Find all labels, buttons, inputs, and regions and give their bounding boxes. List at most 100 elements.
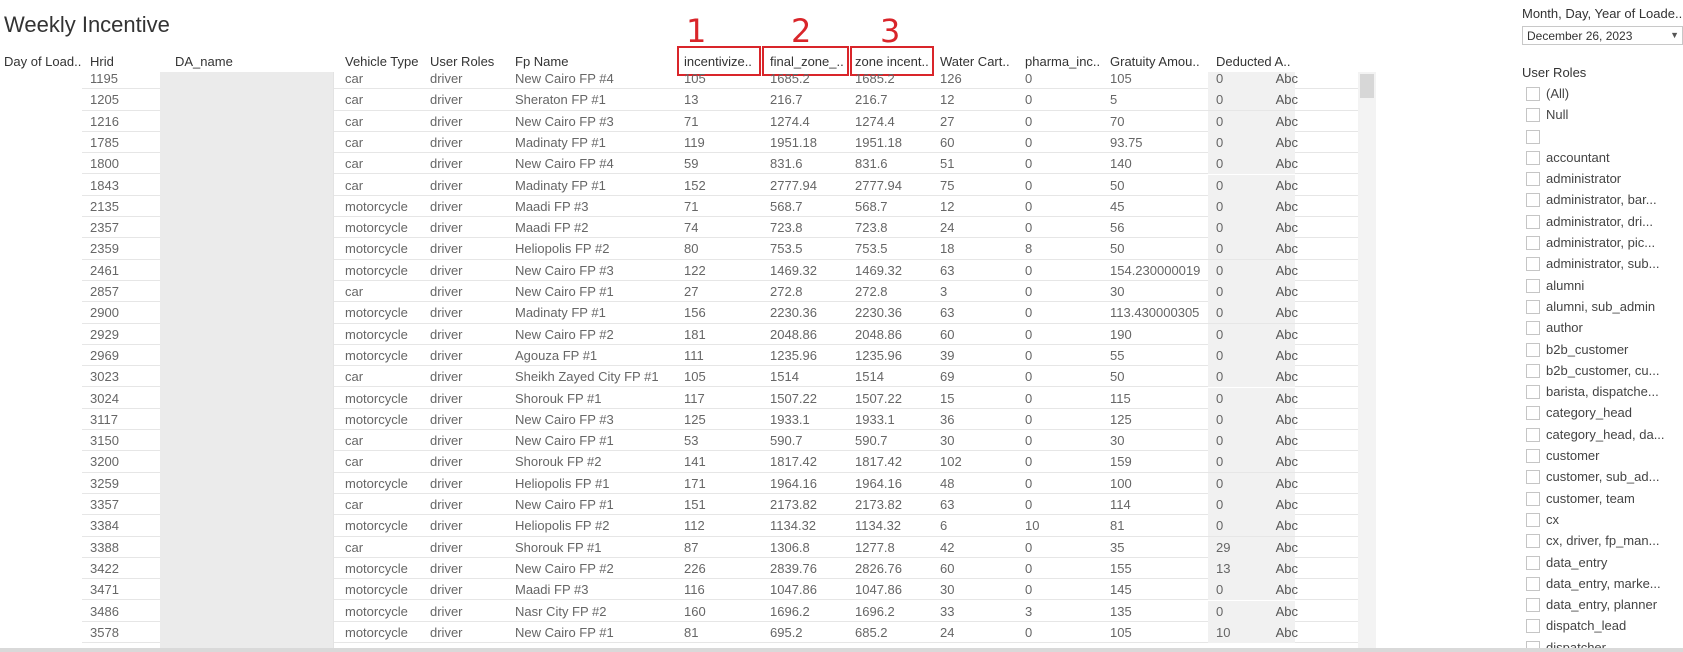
annotation-number-1: 1: [686, 12, 707, 50]
cell-incentivize: 87: [684, 539, 699, 555]
role-option[interactable]: customer, sub_ad...: [1522, 467, 1683, 488]
cell-user-role: driver: [430, 390, 463, 406]
role-checkbox[interactable]: [1526, 534, 1540, 549]
cell-deducted-amount: 0: [1216, 497, 1224, 512]
cell-vehicle-type: car: [345, 433, 364, 449]
cell-gratuity-amount: 190: [1110, 326, 1132, 342]
horizontal-scrollbar[interactable]: [0, 648, 1683, 652]
role-checkbox[interactable]: [1526, 321, 1540, 336]
role-checkbox[interactable]: [1526, 576, 1540, 591]
cell-user-role: driver: [430, 518, 463, 534]
cell-user-role: driver: [430, 284, 463, 299]
col-gratuity-amount[interactable]: Gratuity Amou..: [1110, 54, 1210, 69]
cell-water-cart: 24: [940, 220, 955, 236]
role-checkbox[interactable]: [1526, 427, 1540, 442]
col-vehicle-type[interactable]: Vehicle Type: [345, 54, 425, 69]
role-option[interactable]: alumni, sub_admin: [1522, 297, 1683, 318]
cell-pharma-inc: 0: [1025, 198, 1033, 214]
role-option[interactable]: author: [1522, 318, 1683, 339]
role-option[interactable]: b2b_customer: [1522, 340, 1683, 361]
col-day-of-load[interactable]: Day of Load..: [4, 54, 82, 69]
role-checkbox[interactable]: [1526, 129, 1540, 144]
role-checkbox[interactable]: [1526, 257, 1540, 272]
chevron-down-icon[interactable]: ▼: [1670, 30, 1679, 40]
col-deducted-amount[interactable]: Deducted A..: [1216, 54, 1296, 69]
role-option[interactable]: administrator, bar...: [1522, 190, 1683, 211]
role-option[interactable]: administrator: [1522, 169, 1683, 190]
role-checkbox[interactable]: [1526, 363, 1540, 378]
cell-vehicle-type: motorcycle: [345, 326, 408, 342]
role-checkbox[interactable]: [1526, 214, 1540, 229]
cell-fp-name: Shorouk FP #1: [515, 390, 602, 406]
cell-hrid: 2929: [90, 326, 119, 342]
role-checkbox[interactable]: [1526, 236, 1540, 251]
cell-final-zone: 695.2: [770, 624, 803, 640]
role-checkbox[interactable]: [1526, 299, 1540, 314]
role-option[interactable]: Null: [1522, 105, 1683, 126]
role-checkbox[interactable]: [1526, 108, 1540, 123]
date-filter-dropdown[interactable]: December 26, 2023 ▼: [1522, 26, 1683, 45]
cell-final-zone: 1047.86: [770, 582, 817, 598]
role-option-label: customer, sub_ad...: [1546, 469, 1660, 485]
role-checkbox[interactable]: [1526, 172, 1540, 187]
role-checkbox[interactable]: [1526, 470, 1540, 485]
role-checkbox[interactable]: [1526, 619, 1540, 634]
role-checkbox[interactable]: [1526, 385, 1540, 400]
role-option[interactable]: cx: [1522, 510, 1683, 531]
role-option[interactable]: barista, dispatche...: [1522, 382, 1683, 403]
role-option[interactable]: (All): [1522, 84, 1683, 105]
role-checkbox[interactable]: [1526, 555, 1540, 570]
table-scrollbar-thumb[interactable]: [1360, 74, 1374, 98]
role-option-label: dispatch_lead: [1546, 618, 1627, 634]
role-option[interactable]: administrator, sub...: [1522, 254, 1683, 275]
role-checkbox[interactable]: [1526, 342, 1540, 357]
role-checkbox[interactable]: [1526, 406, 1540, 421]
cell-water-cart: 69: [940, 369, 955, 385]
role-option-label: cx, driver, fp_man...: [1546, 533, 1660, 549]
role-checkbox[interactable]: [1526, 491, 1540, 506]
role-option[interactable]: data_entry: [1522, 553, 1683, 574]
cell-gratuity-amount: 135: [1110, 603, 1132, 619]
cell-deducted-amount: 29: [1216, 539, 1231, 555]
col-da-name[interactable]: DA_name: [175, 54, 295, 69]
role-option[interactable]: category_head: [1522, 403, 1683, 424]
role-option[interactable]: [1522, 127, 1683, 148]
role-option-label: (All): [1546, 86, 1570, 101]
cell-incentivize: 117: [684, 390, 705, 406]
role-option[interactable]: category_head, da...: [1522, 425, 1683, 446]
role-checkbox[interactable]: [1526, 278, 1540, 293]
role-checkbox[interactable]: [1526, 598, 1540, 613]
col-water-cart[interactable]: Water Cart..: [940, 54, 1020, 69]
col-hrid[interactable]: Hrid: [90, 54, 150, 69]
role-checkbox[interactable]: [1526, 512, 1540, 527]
cell-gratuity-amount: 93.75: [1110, 134, 1143, 150]
role-option[interactable]: administrator, dri...: [1522, 212, 1683, 233]
role-option[interactable]: cx, driver, fp_man...: [1522, 531, 1683, 552]
cell-final-zone: 2777.94: [770, 177, 817, 193]
role-option[interactable]: administrator, pic...: [1522, 233, 1683, 254]
col-pharma-inc[interactable]: pharma_inc..: [1025, 54, 1110, 69]
role-option[interactable]: b2b_customer, cu...: [1522, 361, 1683, 382]
date-filter-value: December 26, 2023: [1527, 29, 1633, 43]
col-fp-name[interactable]: Fp Name: [515, 54, 675, 69]
cell-vehicle-type: motorcycle: [345, 347, 408, 363]
cell-pharma-inc: 0: [1025, 411, 1033, 427]
role-option[interactable]: customer, team: [1522, 489, 1683, 510]
cell-vehicle-type: car: [345, 113, 364, 129]
table-scrollbar[interactable]: [1358, 72, 1376, 652]
role-option[interactable]: data_entry, marke...: [1522, 574, 1683, 595]
role-option[interactable]: accountant: [1522, 148, 1683, 169]
role-option[interactable]: alumni: [1522, 276, 1683, 297]
role-checkbox[interactable]: [1526, 150, 1540, 165]
role-option[interactable]: customer: [1522, 446, 1683, 467]
role-checkbox[interactable]: [1526, 87, 1540, 101]
role-option[interactable]: dispatch_lead: [1522, 616, 1683, 637]
cell-pharma-inc: 0: [1025, 475, 1033, 491]
col-user-roles[interactable]: User Roles: [430, 54, 510, 69]
cell-abc: Abc: [1275, 113, 1298, 129]
role-checkbox[interactable]: [1526, 193, 1540, 208]
role-option[interactable]: data_entry, planner: [1522, 595, 1683, 616]
role-checkbox[interactable]: [1526, 449, 1540, 464]
role-option-label: administrator, pic...: [1546, 235, 1656, 251]
role-option-label: accountant: [1546, 149, 1610, 165]
